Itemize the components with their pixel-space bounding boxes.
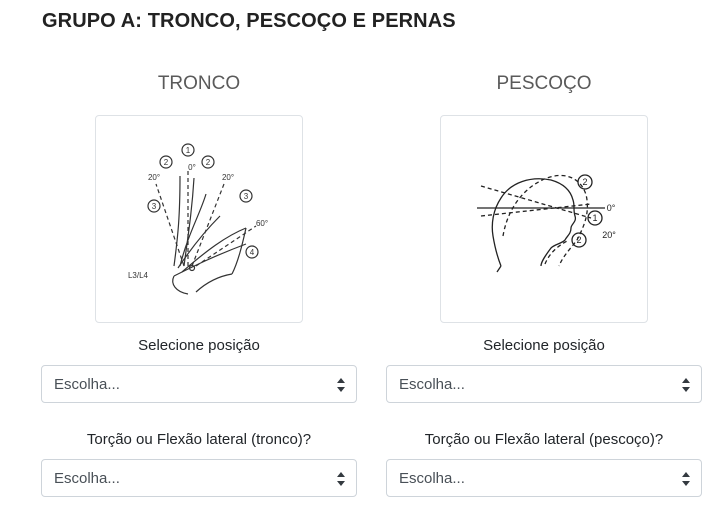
pescoco-twist-label: Torção ou Flexão lateral (pescoço)? [424,431,664,448]
tronco-circle-2b: 2 [206,158,211,167]
tronco-position-select-value: Escolha... [54,376,120,393]
tronco-circle-1: 1 [186,146,191,155]
chevron-up-down-icon [682,472,690,486]
tronco-position-label: Selecione posição [138,337,260,354]
tronco-heading: TRONCO [157,73,241,94]
tronco-twist-select-value: Escolha... [54,470,120,487]
tronco-circle-2a: 2 [164,158,169,167]
tronco-deg20-right: 20° [222,173,234,182]
tronco-deg60: 60° [256,219,268,228]
tronco-deg0: 0° [188,163,196,172]
pescoco-circle-1: 1 [592,213,597,223]
tronco-twist-select[interactable]: Escolha... [41,459,357,497]
tronco-position-select[interactable]: Escolha... [41,365,357,403]
pescoco-circle-2a: 2 [582,177,587,187]
tronco-figure: 1 2 2 3 3 4 0° 20° 20° 60° L3/L4 [95,115,303,323]
pescoco-deg20: 20° [602,230,616,240]
pescoco-circle-2b: 2 [576,235,581,245]
pescoco-position-select-value: Escolha... [399,376,465,393]
chevron-up-down-icon [337,378,345,392]
tronco-circle-3a: 3 [152,202,157,211]
tronco-twist-label: Torção ou Flexão lateral (tronco)? [86,431,312,448]
tronco-spine-label: L3/L4 [128,271,149,280]
tronco-circle-3b: 3 [244,192,249,201]
pescoco-twist-select[interactable]: Escolha... [386,459,702,497]
pescoco-deg0: 0° [607,203,616,213]
pescoco-figure: 2 1 2 0° 20° [440,115,648,323]
tronco-deg20-left: 20° [148,173,160,182]
chevron-up-down-icon [682,378,690,392]
pescoco-position-select[interactable]: Escolha... [386,365,702,403]
pescoco-diagram: 2 1 2 0° 20° [477,174,616,273]
pescoco-twist-select-value: Escolha... [399,470,465,487]
tronco-circle-4: 4 [250,248,255,257]
pescoco-heading: PESCOÇO [496,73,592,94]
pescoco-position-label: Selecione posição [483,337,605,354]
tronco-diagram: 1 2 2 3 3 4 0° 20° 20° 60° L3/L4 [128,143,268,295]
chevron-up-down-icon [337,472,345,486]
page-title: GRUPO A: TRONCO, PESCOÇO E PERNAS [42,10,456,32]
